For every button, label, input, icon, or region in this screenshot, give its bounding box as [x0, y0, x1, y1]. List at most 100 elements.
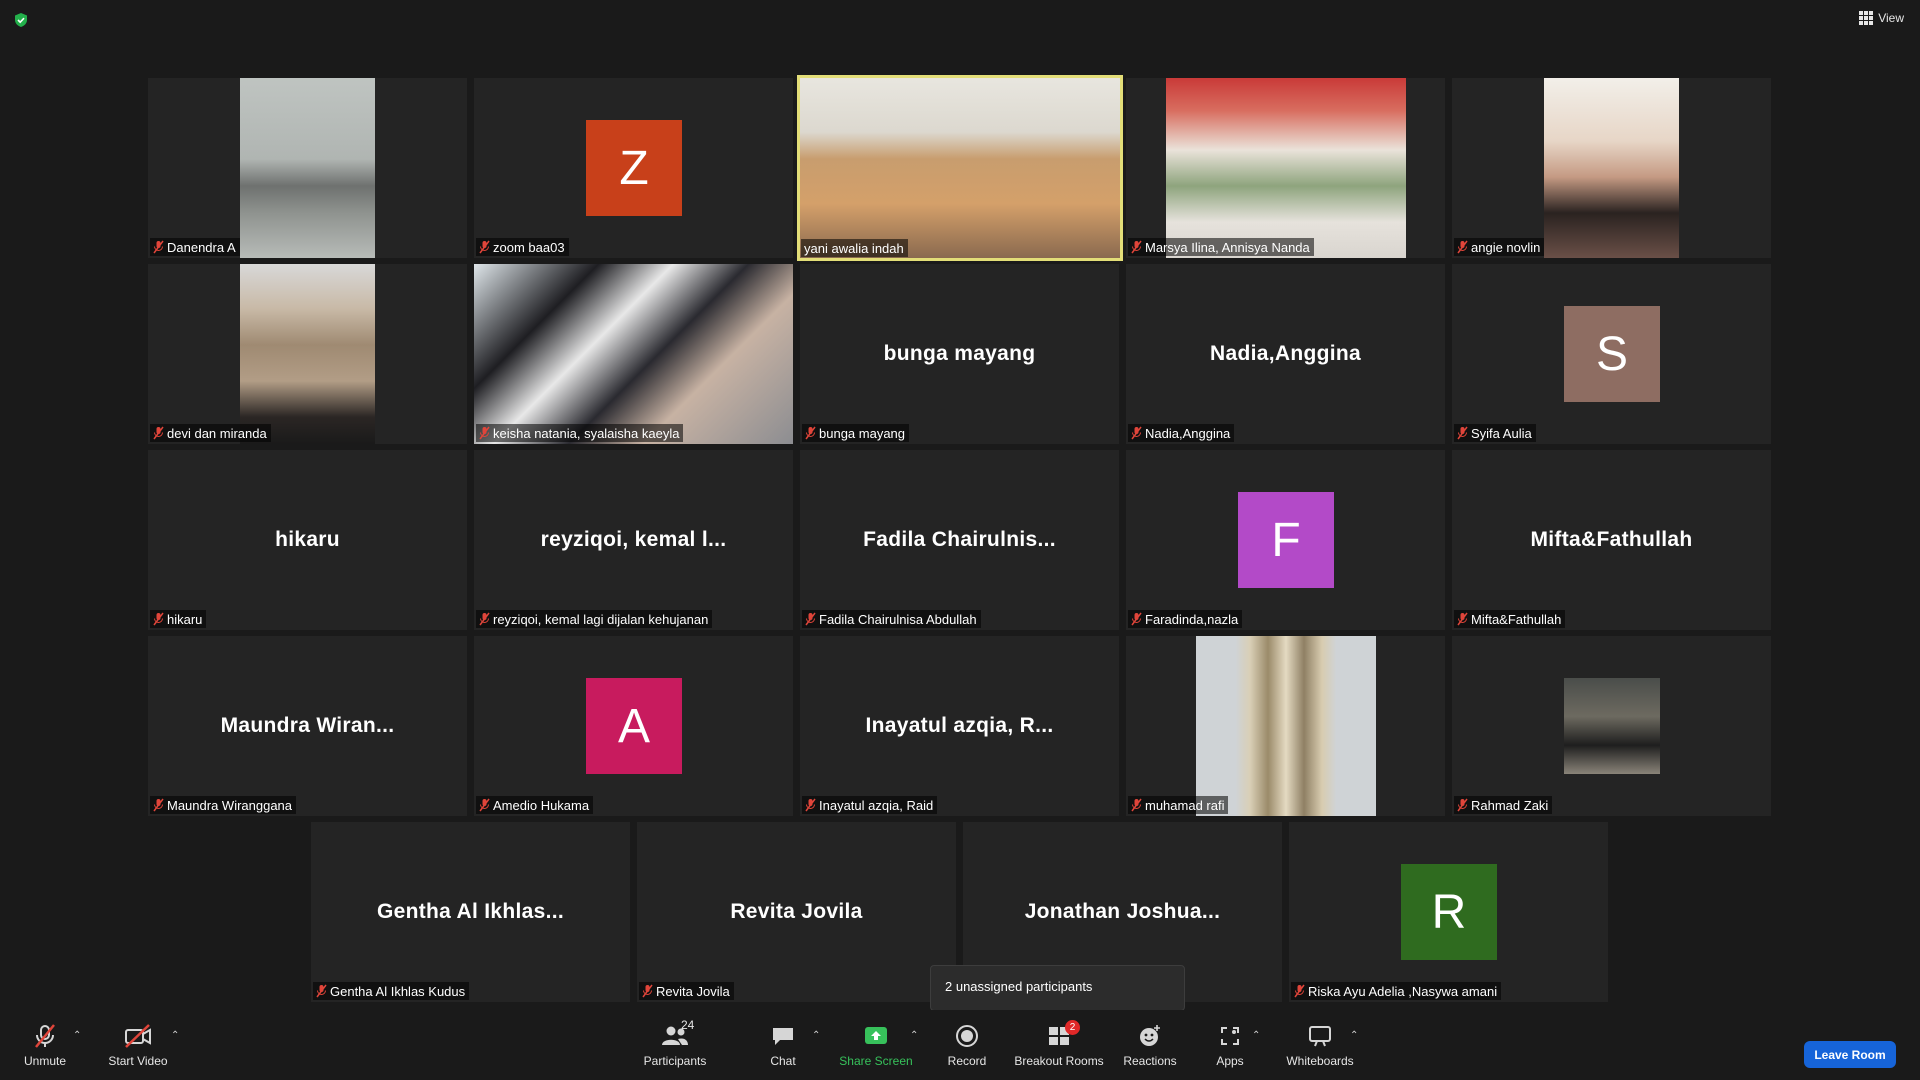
participant-display-name: Revita Jovila: [730, 900, 863, 923]
participant-tile[interactable]: Marsya Ilina, Annisya Nanda: [1126, 78, 1445, 258]
tooltip-text: 2 unassigned participants: [945, 979, 1093, 994]
leave-room-button[interactable]: Leave Room: [1804, 1041, 1896, 1068]
chat-button[interactable]: Chat: [762, 1010, 804, 1080]
participant-tile[interactable]: S Syifa Aulia: [1452, 264, 1771, 444]
participant-tile[interactable]: keisha natania, syalaisha kaeyla: [474, 264, 793, 444]
participant-nameplate: reyziqoi, kemal lagi dijalan kehujanan: [476, 610, 713, 628]
participant-tile[interactable]: hikaru hikaru: [148, 450, 467, 630]
participant-tile[interactable]: devi dan miranda: [148, 264, 467, 444]
participant-tile[interactable]: Mifta&Fathullah Mifta&Fathullah: [1452, 450, 1771, 630]
breakout-rooms-button[interactable]: 2 Breakout Rooms: [1012, 1010, 1106, 1080]
participant-nameplate: Rahmad Zaki: [1454, 796, 1553, 814]
participant-tile[interactable]: Revita Jovila Revita Jovila: [637, 822, 956, 1002]
chat-options-caret-icon[interactable]: ⌃: [812, 1030, 822, 1041]
participant-name: Inayatul azqia, Raid: [819, 797, 934, 813]
mic-muted-icon: [1131, 240, 1142, 254]
participant-avatar: S: [1564, 306, 1660, 402]
participant-tile[interactable]: Rahmad Zaki: [1452, 636, 1771, 816]
participant-nameplate: bunga mayang: [802, 424, 910, 442]
participant-nameplate: Danendra A: [150, 238, 240, 256]
participant-tile[interactable]: R Riska Ayu Adelia ,Nasywa amani: [1289, 822, 1608, 1002]
participant-display-name: Mifta&Fathullah: [1530, 528, 1693, 551]
mic-muted-icon: [153, 798, 164, 812]
unmute-button[interactable]: Unmute: [14, 1010, 76, 1080]
participant-name: Nadia,Anggina: [1145, 425, 1231, 441]
participant-nameplate: yani awalia indah: [801, 239, 908, 257]
record-icon: [951, 1022, 983, 1050]
mic-muted-icon: [1131, 426, 1142, 440]
whiteboard-icon: [1304, 1022, 1336, 1050]
whiteboards-button[interactable]: Whiteboards: [1282, 1010, 1358, 1080]
start-video-button[interactable]: Start Video: [104, 1010, 172, 1080]
participant-video: [1166, 78, 1406, 258]
participant-name: angie novlin: [1471, 239, 1541, 255]
participant-display-name: bunga mayang: [883, 342, 1036, 365]
participants-button[interactable]: 24 Participants: [640, 1010, 710, 1080]
reactions-icon: [1134, 1022, 1166, 1050]
apps-options-caret-icon[interactable]: ⌃: [1252, 1030, 1262, 1041]
audio-options-caret-icon[interactable]: ⌃: [73, 1030, 83, 1041]
share-screen-button[interactable]: Share Screen: [838, 1010, 914, 1080]
participant-nameplate: devi dan miranda: [150, 424, 271, 442]
reactions-button[interactable]: Reactions: [1122, 1010, 1178, 1080]
participants-count: 24: [681, 1018, 695, 1032]
participant-tile[interactable]: reyziqoi, kemal l... reyziqoi, kemal lag…: [474, 450, 793, 630]
participant-display-name: Fadila Chairulnis...: [863, 528, 1056, 551]
mic-muted-icon: [805, 612, 816, 626]
mic-muted-icon: [479, 612, 490, 626]
share-screen-icon: [860, 1022, 892, 1050]
participant-tile[interactable]: A Amedio Hukama: [474, 636, 793, 816]
participant-tile[interactable]: Nadia,Anggina Nadia,Anggina: [1126, 264, 1445, 444]
participant-tile[interactable]: Inayatul azqia, R... Inayatul azqia, Rai…: [800, 636, 1119, 816]
participant-profile-photo: [1564, 678, 1660, 774]
mic-off-icon: [29, 1022, 61, 1050]
video-options-caret-icon[interactable]: ⌃: [171, 1030, 181, 1041]
participant-tile[interactable]: Maundra Wiran... Maundra Wiranggana: [148, 636, 467, 816]
mic-muted-icon: [805, 426, 816, 440]
share-screen-label: Share Screen: [839, 1054, 913, 1068]
participant-tile[interactable]: Fadila Chairulnis... Fadila Chairulnisa …: [800, 450, 1119, 630]
participant-nameplate: Marsya Ilina, Annisya Nanda: [1128, 238, 1314, 256]
breakout-badge: 2: [1065, 1020, 1080, 1035]
video-off-icon: [122, 1022, 154, 1050]
participant-tile[interactable]: Z zoom baa03: [474, 78, 793, 258]
participant-display-name: Inayatul azqia, R...: [865, 714, 1054, 737]
participant-name: yani awalia indah: [804, 240, 904, 256]
participant-avatar: A: [586, 678, 682, 774]
participant-video: [474, 264, 793, 444]
reactions-label: Reactions: [1123, 1054, 1177, 1068]
participant-nameplate: Riska Ayu Adelia ,Nasywa amani: [1291, 982, 1502, 1000]
participant-nameplate: Revita Jovila: [639, 982, 734, 1000]
mic-muted-icon: [479, 426, 490, 440]
participant-tile[interactable]: Danendra A: [148, 78, 467, 258]
start-video-label: Start Video: [108, 1054, 168, 1068]
mic-muted-icon: [153, 426, 164, 440]
participant-name: Syifa Aulia: [1471, 425, 1532, 441]
participants-icon: 24: [659, 1018, 694, 1050]
active-speaker-tile[interactable]: yani awalia indah: [797, 75, 1123, 261]
participant-name: zoom baa03: [493, 239, 565, 255]
participant-tile[interactable]: F Faradinda,nazla: [1126, 450, 1445, 630]
participant-tile[interactable]: muhamad rafi: [1126, 636, 1445, 816]
participant-name: Faradinda,nazla: [1145, 611, 1239, 627]
whiteboards-options-caret-icon[interactable]: ⌃: [1350, 1030, 1360, 1041]
mic-muted-icon: [1294, 984, 1305, 998]
apps-button[interactable]: Apps: [1212, 1010, 1248, 1080]
mic-muted-icon: [1131, 612, 1142, 626]
participant-tile[interactable]: bunga mayang bunga mayang: [800, 264, 1119, 444]
gallery-grid: Danendra A Z zoom baa03 yani awalia inda…: [0, 0, 1920, 1010]
mic-muted-icon: [316, 984, 327, 998]
participant-name: devi dan miranda: [167, 425, 267, 441]
participant-tile[interactable]: angie novlin: [1452, 78, 1771, 258]
mic-muted-icon: [1457, 798, 1468, 812]
participant-avatar: R: [1401, 864, 1497, 960]
participant-display-name: Gentha Al Ikhlas...: [377, 900, 564, 923]
participant-avatar: F: [1238, 492, 1334, 588]
participant-tile[interactable]: Gentha Al Ikhlas... Gentha Al Ikhlas Kud…: [311, 822, 630, 1002]
participant-video: [240, 264, 375, 444]
record-button[interactable]: Record: [942, 1010, 992, 1080]
share-options-caret-icon[interactable]: ⌃: [910, 1030, 920, 1041]
participant-name: muhamad rafi: [1145, 797, 1225, 813]
mic-muted-icon: [479, 240, 490, 254]
participant-nameplate: angie novlin: [1454, 238, 1545, 256]
